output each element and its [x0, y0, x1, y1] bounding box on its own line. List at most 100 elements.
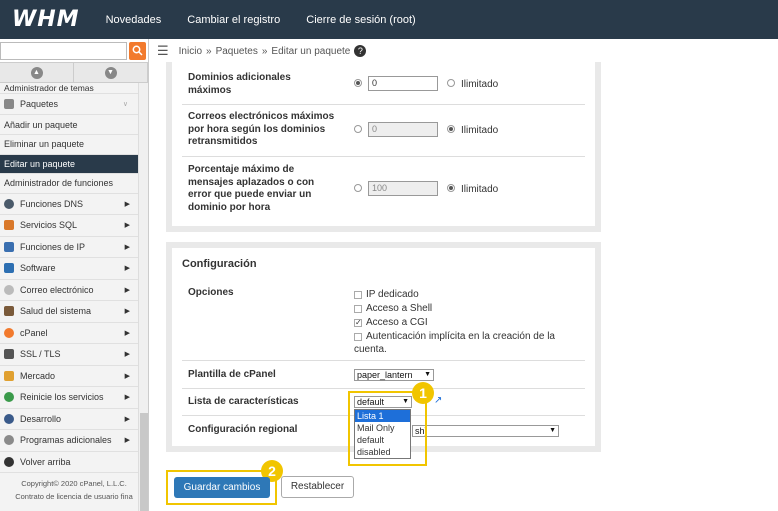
sidebar-item-system-health[interactable]: Salud del sistema ▶	[0, 301, 148, 323]
nav-news[interactable]: Novedades	[106, 14, 162, 26]
chevron-right-icon: ▶	[124, 222, 130, 230]
scrollbar-thumb[interactable]	[140, 413, 148, 511]
sidebar-item-email[interactable]: Correo electrónico ▶	[0, 280, 148, 301]
nav-logout[interactable]: Cierre de sesión (root)	[306, 14, 415, 26]
implicit-auth-checkbox[interactable]	[354, 333, 362, 341]
sidebar-list: Administrador de temas Paquetes ∨ Añadir …	[0, 83, 148, 503]
sidebar-item-label: SSL / TLS	[20, 349, 61, 360]
lock-icon	[4, 349, 14, 360]
sidebar-item-dns[interactable]: Funciones DNS ▶	[0, 194, 148, 215]
sidebar: ▲ ▼ Administrador de temas Paquetes ∨ Aña…	[0, 39, 149, 511]
sidebar-item-packages[interactable]: Paquetes ∨	[0, 94, 148, 115]
chevron-right-icon: ▶	[124, 286, 130, 294]
implicit-auth-label-cont: cuenta.	[354, 344, 387, 355]
sidebar-item-development[interactable]: Desarrollo ▶	[0, 409, 148, 430]
search-input[interactable]	[0, 42, 127, 60]
sidebar-search	[0, 39, 148, 63]
sidebar-item-label: Funciones DNS	[20, 198, 84, 209]
scroll-up-button[interactable]: ▲	[0, 63, 74, 82]
emails-custom-radio[interactable]	[354, 125, 362, 133]
emails-unlimited-radio[interactable]	[447, 125, 455, 133]
cpanel-template-select[interactable]: paper_lantern ▼	[354, 369, 434, 381]
sidebar-item-delete-package[interactable]: Eliminar un paquete	[0, 135, 148, 155]
sidebar-item-label: Desarrollo	[20, 413, 62, 424]
sidebar-item-label: Correo electrónico	[20, 284, 94, 295]
chevron-right-icon: ▶	[124, 200, 130, 208]
sidebar-item-ssl[interactable]: SSL / TLS ▶	[0, 344, 148, 366]
sidebar-item-theme-manager[interactable]: Administrador de temas	[0, 83, 148, 94]
plugin-icon	[4, 435, 14, 446]
scroll-down-button[interactable]: ▼	[74, 63, 148, 82]
cpanel-template-label: Plantilla de cPanel	[188, 369, 276, 380]
sidebar-item-label: Programas adicionales	[20, 435, 112, 446]
sidebar-item-label: Añadir un paquete	[4, 119, 78, 130]
external-link-icon[interactable]: ↗	[434, 395, 442, 406]
arrow-up-icon	[4, 456, 14, 467]
divider	[182, 360, 585, 361]
nav-change-log[interactable]: Cambiar el registro	[187, 14, 280, 26]
breadcrumb-current: Editar un paquete	[271, 45, 351, 57]
deferred-unlimited-radio[interactable]	[447, 184, 455, 192]
cart-icon	[4, 370, 14, 381]
deferred-failed-input[interactable]: 100	[368, 181, 438, 196]
locale-select[interactable]: sh) ▼	[412, 425, 559, 437]
chevron-down-icon: ▼	[104, 66, 117, 79]
top-nav: Novedades Cambiar el registro Cierre de …	[106, 14, 439, 26]
feature-list-label: Lista de características	[188, 396, 299, 407]
sidebar-item-label: Software	[20, 263, 56, 274]
dedicated-ip-label: IP dedicado	[366, 289, 419, 300]
sidebar-item-feature-manager[interactable]: Administrador de funciones	[0, 174, 148, 194]
chevron-right-icon: ▶	[124, 372, 130, 380]
sidebar-item-add-package[interactable]: Añadir un paquete	[0, 115, 148, 135]
sidebar-item-edit-package[interactable]: Editar un paquete	[0, 154, 148, 174]
breadcrumb-packages[interactable]: Paquetes	[216, 46, 258, 57]
search-button[interactable]	[129, 42, 146, 60]
health-icon	[4, 306, 14, 317]
sidebar-footer: Copyright© 2020 cPanel, L.L.C. Contrato …	[0, 473, 148, 503]
deferred-custom-radio[interactable]	[354, 184, 362, 192]
reset-button[interactable]: Restablecer	[281, 476, 354, 498]
help-icon[interactable]: ?	[354, 45, 367, 57]
sidebar-item-label: Eliminar un paquete	[4, 139, 85, 150]
copyright-text[interactable]: Copyright© 2020 cPanel, L.L.C.	[0, 477, 148, 490]
addon-domains-input[interactable]: 0	[368, 76, 438, 91]
license-link[interactable]: Contrato de licencia de usuario fina	[0, 490, 148, 503]
chevron-right-icon: ▶	[124, 394, 130, 402]
locale-label: Configuración regional	[188, 424, 298, 435]
sidebar-item-ip[interactable]: Funciones de IP ▶	[0, 237, 148, 258]
sidebar-item-label: Mercado	[20, 370, 56, 381]
feature-list-highlight	[348, 391, 427, 466]
sidebar-item-label: cPanel	[20, 327, 48, 338]
implicit-auth-label: Autenticación implícita en la creación d…	[366, 331, 555, 342]
chevron-right-icon: ▶	[124, 308, 130, 316]
sidebar-item-back-to-top[interactable]: Volver arriba	[0, 452, 148, 473]
sidebar-item-sql[interactable]: Servicios SQL ▶	[0, 215, 148, 237]
sidebar-scrollbar[interactable]	[138, 83, 148, 511]
dedicated-ip-checkbox[interactable]	[354, 291, 362, 299]
whm-logo[interactable]: WHM	[12, 7, 80, 32]
divider	[182, 156, 585, 157]
sidebar-item-software[interactable]: Software ▶	[0, 258, 148, 280]
sidebar-item-restart[interactable]: Reinicie los servicios ▶	[0, 387, 148, 409]
sidebar-item-addons[interactable]: Programas adicionales ▶	[0, 430, 148, 452]
wrench-icon	[4, 413, 14, 424]
addon-domains-custom-radio[interactable]	[354, 79, 362, 87]
addon-domains-unlimited-radio[interactable]	[447, 79, 455, 87]
collapse-menu-icon[interactable]: ☰	[157, 43, 169, 59]
cgi-access-checkbox[interactable]: ✓	[354, 319, 362, 327]
sidebar-item-market[interactable]: Mercado ▶	[0, 366, 148, 387]
sidebar-item-cpanel[interactable]: cPanel ▶	[0, 323, 148, 344]
breadcrumb-home[interactable]: Inicio	[179, 46, 202, 57]
save-changes-button[interactable]: Guardar cambios	[174, 477, 270, 498]
chevron-down-icon: ∨	[122, 101, 128, 108]
shell-access-checkbox[interactable]	[354, 305, 362, 313]
chevron-up-icon: ▲	[30, 66, 43, 79]
ip-icon	[4, 241, 14, 252]
addon-domains-label: Dominios adicionales máximos	[188, 72, 291, 96]
divider	[182, 104, 585, 105]
emails-per-hour-input[interactable]: 0	[368, 122, 438, 137]
sidebar-item-label: Paquetes	[20, 99, 59, 109]
shell-access-label: Acceso a Shell	[366, 303, 433, 314]
top-bar: WHM Novedades Cambiar el registro Cierre…	[0, 0, 778, 39]
chevron-right-icon: ▶	[124, 415, 130, 423]
